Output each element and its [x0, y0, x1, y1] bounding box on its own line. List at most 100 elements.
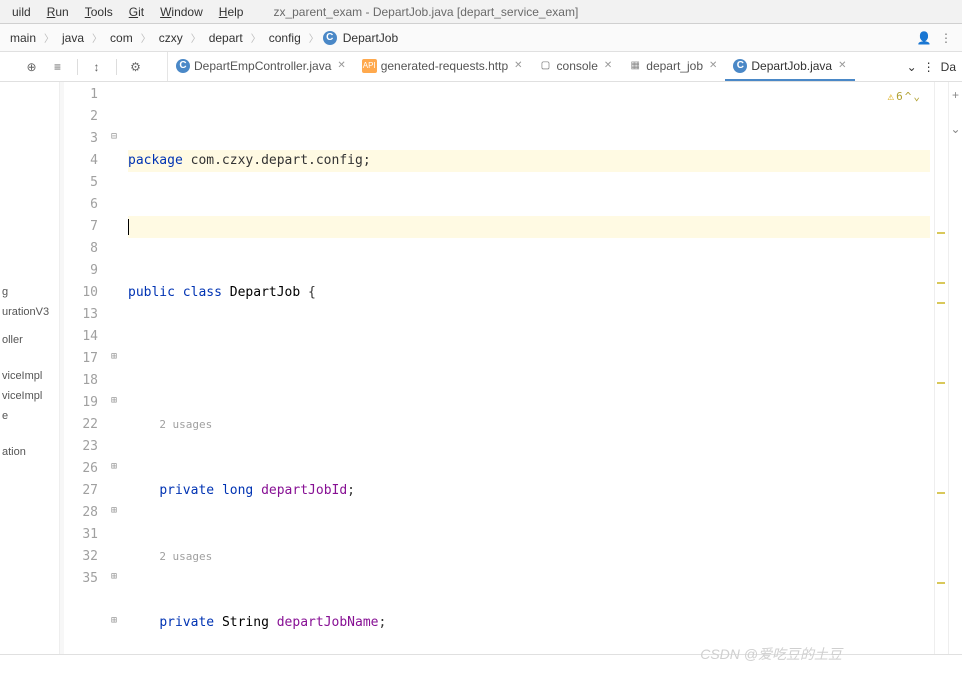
close-icon[interactable]: ✕: [838, 60, 846, 71]
user-icon[interactable]: 👤: [914, 28, 934, 48]
line-number: 5: [64, 172, 98, 194]
line-number: 27: [64, 480, 98, 502]
sidebar-item[interactable]: viceImpl: [0, 366, 59, 386]
main-area: gurationV3ollerviceImplviceImpleation 12…: [0, 82, 962, 654]
tab-depart-job-db[interactable]: ▦ depart_job ✕: [620, 52, 725, 81]
line-number: 19: [64, 392, 98, 414]
text-cursor: [128, 219, 129, 235]
chevron-right-icon: 〉: [42, 30, 56, 45]
warning-icon: ⚠: [888, 86, 895, 108]
sidebar-item[interactable]: [0, 426, 59, 434]
console-icon: ▢: [539, 59, 553, 73]
line-number: 13: [64, 304, 98, 326]
crumb-class[interactable]: DepartJob: [339, 29, 402, 47]
chevron-down-icon[interactable]: ⌄: [950, 122, 960, 136]
extra-label: Da: [941, 60, 956, 74]
toolbar-row: ⊕ ≡ ↕ ⚙ CDepartEmpController.java✕ APIge…: [0, 52, 962, 82]
fold-column: ⊟ ⊞ ⊞ ⊞ ⊞ ⊞ ⊞: [104, 82, 124, 654]
right-toolbar: + ⌄: [948, 82, 962, 654]
crumb-com[interactable]: com: [106, 29, 137, 47]
sidebar-item[interactable]: oller: [0, 330, 59, 350]
tab-label: DepartJob.java: [751, 59, 832, 73]
line-gutter: 1234567891013141718192223262728313235: [64, 82, 104, 654]
crumb-czxy[interactable]: czxy: [155, 29, 187, 47]
error-stripe[interactable]: [934, 82, 948, 654]
fold-marker[interactable]: ⊞: [111, 346, 117, 368]
crumb-depart[interactable]: depart: [205, 29, 247, 47]
chevron-right-icon: 〉: [307, 30, 321, 45]
tab-overflow: ⌄ ⋮ Da: [901, 52, 962, 81]
sidebar-item[interactable]: viceImpl: [0, 386, 59, 406]
tab-departempcontroller[interactable]: CDepartEmpController.java✕: [168, 52, 354, 81]
more-icon[interactable]: ⋮: [936, 28, 956, 48]
more-icon[interactable]: ⋮: [923, 60, 935, 74]
watermark: CSDN @爱吃豆的土豆: [700, 644, 842, 664]
tab-departjob-java[interactable]: CDepartJob.java✕: [725, 52, 854, 81]
editor-tabs: CDepartEmpController.java✕ APIgenerated-…: [168, 52, 901, 81]
sidebar-item[interactable]: e: [0, 406, 59, 426]
line-number: 1: [64, 84, 98, 106]
menu-tools[interactable]: Tools: [79, 3, 119, 21]
line-number: 9: [64, 260, 98, 282]
line-number: 17: [64, 348, 98, 370]
fold-marker[interactable]: ⊞: [111, 390, 117, 412]
sidebar-item[interactable]: ation: [0, 442, 59, 462]
line-number: 4: [64, 150, 98, 172]
fold-marker[interactable]: ⊞: [111, 610, 117, 632]
line-number: 6: [64, 194, 98, 216]
tab-label: depart_job: [646, 59, 703, 73]
api-icon: API: [362, 59, 377, 73]
sidebar-item[interactable]: g: [0, 282, 59, 302]
class-icon: C: [323, 31, 337, 45]
close-icon[interactable]: ✕: [604, 60, 612, 71]
inspection-indicator[interactable]: ⚠6 ^ ⌄: [888, 86, 921, 108]
menu-git[interactable]: Git: [123, 3, 150, 21]
line-number: 31: [64, 524, 98, 546]
menu-help[interactable]: Help: [213, 3, 250, 21]
fold-marker[interactable]: ⊞: [111, 566, 117, 588]
sidebar-item[interactable]: [0, 358, 59, 366]
chevron-right-icon: 〉: [139, 30, 153, 45]
menu-run[interactable]: Run: [41, 3, 75, 21]
menu-window[interactable]: Window: [154, 3, 209, 21]
tab-console[interactable]: ▢ console ✕: [531, 52, 621, 81]
crumb-config[interactable]: config: [265, 29, 305, 47]
table-icon: ▦: [628, 59, 642, 73]
class-icon: C: [176, 59, 190, 73]
sidebar-item[interactable]: [0, 350, 59, 358]
line-number: 26: [64, 458, 98, 480]
fold-marker[interactable]: ⊞: [111, 500, 117, 522]
collapse-icon[interactable]: ≡: [49, 58, 67, 76]
line-number: 2: [64, 106, 98, 128]
chevron-right-icon: 〉: [189, 30, 203, 45]
close-icon[interactable]: ✕: [514, 60, 522, 71]
crumb-java[interactable]: java: [58, 29, 88, 47]
line-number: 35: [64, 568, 98, 590]
close-icon[interactable]: ✕: [337, 60, 345, 71]
chevron-down-icon[interactable]: ⌄: [907, 60, 917, 74]
code-area[interactable]: ⚠6 ^ ⌄ package com.czxy.depart.config; p…: [124, 82, 934, 654]
menu-build[interactable]: uild: [6, 3, 37, 21]
line-number: 7: [64, 216, 98, 238]
close-icon[interactable]: ✕: [709, 60, 717, 71]
fold-marker[interactable]: ⊟: [111, 126, 117, 148]
menu-bar: uild Run Tools Git Window Help zx_parent…: [0, 0, 962, 24]
select-opened-icon[interactable]: ⊕: [23, 58, 41, 76]
gear-icon[interactable]: ⚙: [127, 58, 145, 76]
fold-marker[interactable]: ⊞: [111, 456, 117, 478]
sidebar-item[interactable]: [0, 322, 59, 330]
warning-count: 6: [896, 86, 903, 108]
tab-generated-requests[interactable]: APIgenerated-requests.http✕: [354, 52, 531, 81]
add-icon[interactable]: +: [952, 88, 959, 102]
sidebar-item[interactable]: [0, 434, 59, 442]
line-number: 23: [64, 436, 98, 458]
line-number: 8: [64, 238, 98, 260]
window-title: zx_parent_exam - DepartJob.java [depart_…: [273, 5, 578, 19]
line-number: 3: [64, 128, 98, 150]
tab-label: console: [557, 59, 598, 73]
sort-icon[interactable]: ↕: [88, 58, 106, 76]
crumb-main[interactable]: main: [6, 29, 40, 47]
navigation-bar: main〉 java〉 com〉 czxy〉 depart〉 config〉 C…: [0, 24, 962, 52]
line-number: 28: [64, 502, 98, 524]
sidebar-item[interactable]: urationV3: [0, 302, 59, 322]
